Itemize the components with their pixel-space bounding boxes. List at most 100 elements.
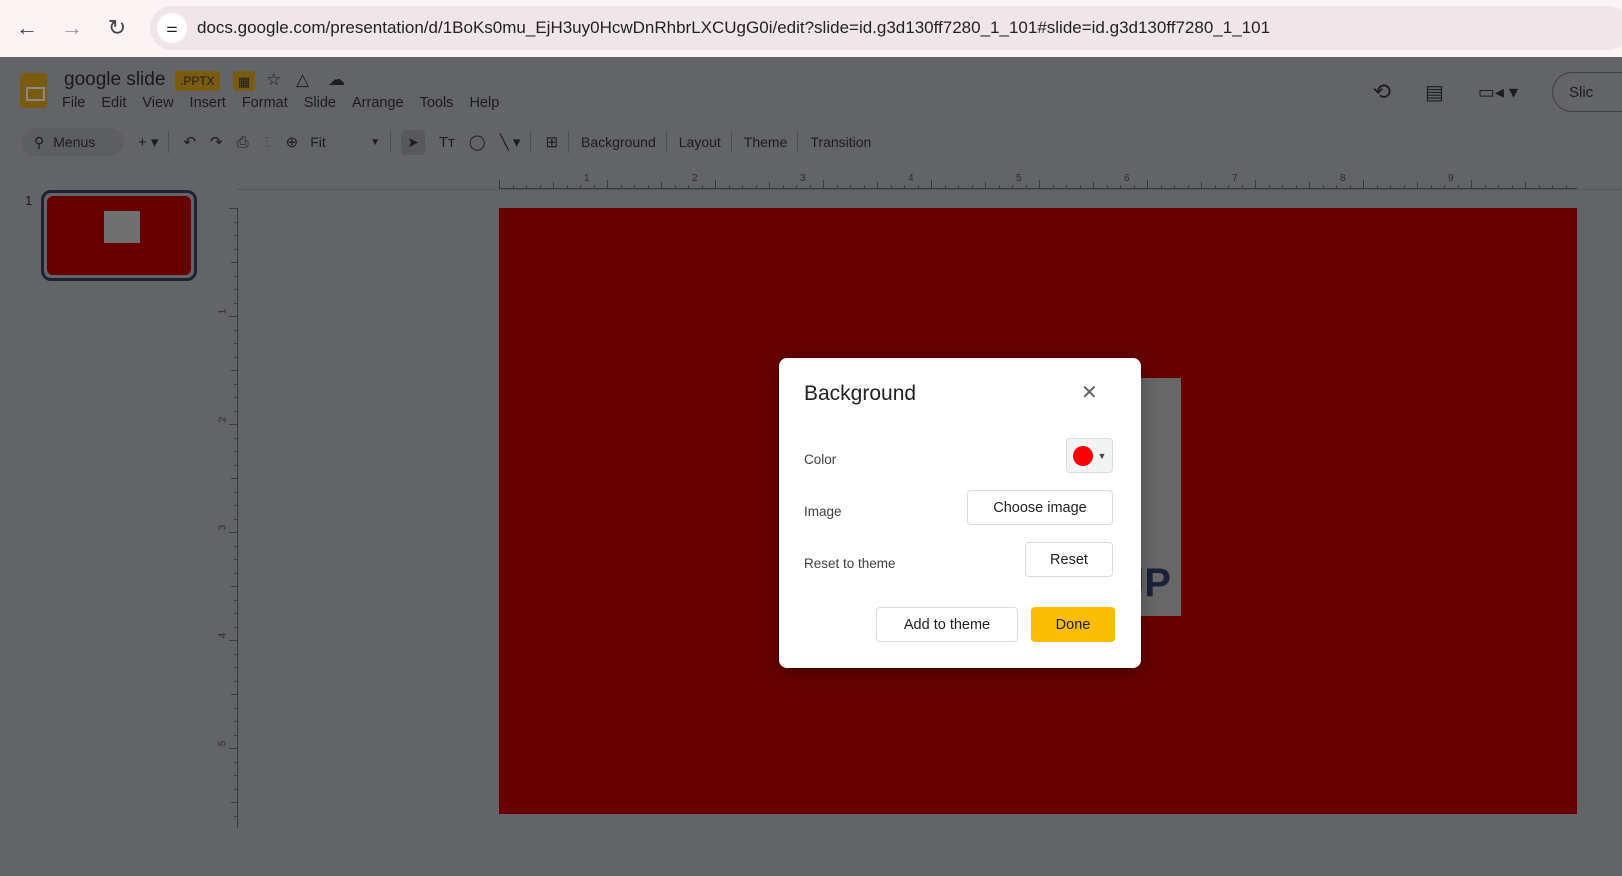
color-picker-button[interactable]: ▼ [1066, 438, 1113, 473]
ruler-label: 3 [800, 173, 806, 184]
menu-edit[interactable]: Edit [101, 95, 126, 111]
ruler-tick [229, 532, 237, 533]
print-icon[interactable]: ⎙ [237, 134, 249, 151]
reload-icon[interactable]: ↻ [101, 12, 133, 44]
redo-icon[interactable]: ↷ [210, 133, 223, 151]
ruler-tick [1430, 185, 1432, 188]
slides-logo-icon[interactable] [20, 73, 47, 108]
ruler-tick [229, 748, 237, 749]
ruler-tick [1133, 185, 1135, 188]
ruler-tick [234, 383, 237, 385]
reset-button[interactable]: Reset [1025, 542, 1113, 577]
horizontal-ruler[interactable]: 1 2 3 4 5 6 7 8 9 [499, 173, 1577, 189]
ruler-tick [229, 640, 237, 641]
done-button[interactable]: Done [1031, 607, 1115, 642]
ruler-tick [231, 586, 237, 587]
ruler-label: 8 [1340, 173, 1346, 184]
menu-file[interactable]: File [62, 95, 85, 111]
line-icon[interactable]: ╲ ▾ [500, 133, 521, 151]
undo-icon[interactable]: ↶ [183, 133, 196, 151]
address-bar[interactable]: ⚌ docs.google.com/presentation/d/1BoKs0m… [150, 6, 1622, 50]
ruler-tick [234, 329, 237, 331]
ruler-tick [512, 185, 514, 188]
menu-format[interactable]: Format [242, 95, 288, 111]
shape-icon[interactable]: ◯ [469, 133, 486, 151]
menu-view[interactable]: View [142, 95, 173, 111]
toolbar: ⚲ Menus + ▾ ↶ ↷ ⎙ ⌶ ⊕ Fit ▼ ➤ Tт ◯ ╲ ▾ ⊞ … [22, 127, 871, 157]
menu-insert[interactable]: Insert [190, 95, 226, 111]
back-icon[interactable]: ← [11, 12, 43, 44]
doc-title[interactable]: google slide [64, 69, 165, 91]
ruler-tick [566, 185, 568, 188]
ruler-label: 2 [692, 173, 698, 184]
ruler-tick [1565, 185, 1567, 188]
menu-tools[interactable]: Tools [420, 95, 454, 111]
ruler-tick [593, 185, 595, 188]
ruler-tick [661, 182, 662, 188]
ruler-tick [620, 185, 622, 188]
add-to-theme-button[interactable]: Add to theme [876, 607, 1018, 642]
choose-image-button[interactable]: Choose image [967, 490, 1113, 525]
zoom-select[interactable]: Fit [310, 134, 370, 150]
ruler-tick [1052, 185, 1054, 188]
ruler-tick [1552, 185, 1553, 188]
ruler-tick [1025, 185, 1027, 188]
slide-number: 1 [25, 193, 33, 208]
ruler-tick [782, 185, 784, 188]
select-tool-icon[interactable]: ➤ [401, 129, 425, 155]
logo-image [104, 211, 140, 243]
add-comment-icon[interactable]: ⊞ [545, 133, 558, 151]
layout-button[interactable]: Layout [679, 134, 721, 150]
ruler-tick [715, 180, 716, 188]
slide-thumbnail[interactable] [41, 190, 197, 281]
text-box-icon[interactable]: Tт [439, 134, 455, 151]
ruler-label: 1 [217, 308, 229, 315]
menu-help[interactable]: Help [469, 95, 499, 111]
move-to-drive-icon[interactable]: △ [296, 70, 309, 90]
ruler-tick [234, 302, 237, 304]
background-dialog: Background ✕ Color ▼ Image Choose image … [779, 358, 1141, 668]
paint-format-icon[interactable]: ⌶ [263, 134, 272, 151]
header-actions: ⟲ ▤ ▭◂ ▾ Slic [1373, 72, 1622, 112]
ruler-tick [231, 802, 237, 803]
slideshow-button[interactable]: Slic [1552, 72, 1622, 112]
transition-button[interactable]: Transition [810, 134, 871, 150]
divider [568, 131, 570, 153]
zoom-icon[interactable]: ⊕ [286, 133, 299, 151]
ruler-tick [877, 182, 878, 188]
star-icon[interactable]: ☆ [266, 70, 281, 90]
new-slide-icon[interactable]: + ▾ [138, 133, 158, 151]
zoom-dropdown-icon[interactable]: ▼ [370, 137, 380, 148]
ruler-tick [607, 180, 608, 188]
ruler-tick [234, 356, 237, 358]
ruler-tick [1241, 185, 1243, 188]
search-menus[interactable]: ⚲ Menus [22, 128, 124, 156]
menu-arrange[interactable]: Arrange [352, 95, 404, 111]
ruler-label: 1 [584, 173, 590, 184]
ruler-tick [234, 559, 237, 560]
menu-bar: File Edit View Insert Format Slide Arran… [62, 95, 499, 111]
close-icon[interactable]: ✕ [1081, 380, 1098, 405]
ruler-tick [234, 721, 237, 722]
theme-button[interactable]: Theme [744, 134, 788, 150]
version-history-icon[interactable]: ⟲ [1373, 79, 1391, 105]
ruler-tick [1363, 180, 1364, 188]
url-text[interactable]: docs.google.com/presentation/d/1BoKs0mu_… [197, 18, 1270, 38]
ruler-tick [234, 451, 237, 452]
forward-icon[interactable]: → [56, 12, 88, 44]
menu-slide[interactable]: Slide [304, 95, 336, 111]
comments-icon[interactable]: ▤ [1425, 80, 1444, 105]
ruler-tick [728, 185, 730, 188]
offline-icon[interactable]: ▦ [233, 71, 256, 91]
ruler-tick [1079, 185, 1081, 188]
vertical-ruler[interactable]: 1 2 3 4 5 [217, 208, 238, 828]
background-button[interactable]: Background [581, 134, 656, 150]
site-info-icon[interactable]: ⚌ [157, 13, 187, 43]
ruler-tick [863, 185, 865, 188]
meet-icon[interactable]: ▭◂ ▾ [1478, 82, 1518, 103]
ruler-tick [234, 788, 237, 790]
cloud-status-icon[interactable]: ☁ [328, 70, 345, 90]
ruler-tick [904, 185, 905, 188]
ruler-tick [1228, 185, 1229, 188]
ruler-tick [234, 545, 237, 547]
